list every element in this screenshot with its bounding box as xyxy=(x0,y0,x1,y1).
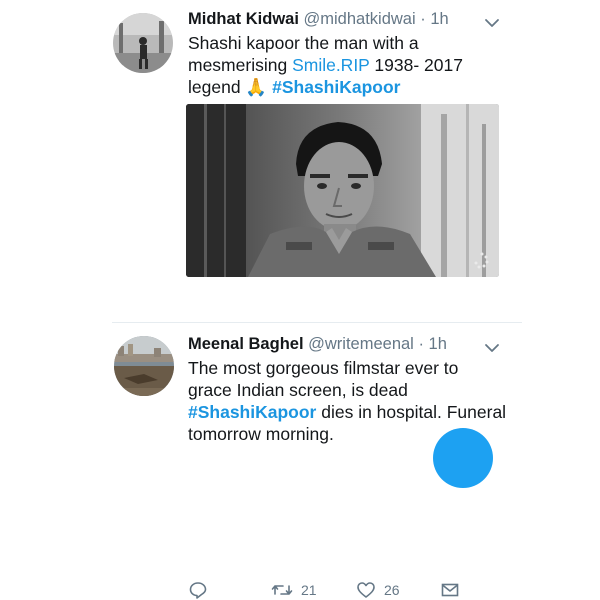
tweet-time[interactable]: 1h xyxy=(430,10,448,28)
separator-dot: · xyxy=(420,10,426,28)
author-handle[interactable]: @writemeenal xyxy=(308,335,414,353)
tweet-text-line: Shashi kapoor the man with a xyxy=(188,33,419,53)
tweet-text: Shashi kapoor the man with a mesmerising… xyxy=(188,32,463,98)
tweet-text-line: legend 🙏 #ShashiKapoor xyxy=(188,76,463,98)
hashtag-link[interactable]: #ShashiKapoor xyxy=(188,402,316,422)
author-name[interactable]: Meenal Baghel xyxy=(188,335,304,353)
compose-tweet-button[interactable] xyxy=(433,428,493,488)
tweet-text-line: #ShashiKapoor dies in hospital. Funeral xyxy=(188,401,506,423)
direct-message-icon xyxy=(441,583,459,597)
tweet-text-line: mesmerising Smile.RIP 1938- 2017 xyxy=(188,54,463,76)
separator-dot: · xyxy=(418,335,424,353)
author-name[interactable]: Midhat Kidwai xyxy=(188,10,299,28)
text-segment: dies in hospital. Funeral xyxy=(316,402,507,422)
retweet-button[interactable]: 21 xyxy=(271,580,317,600)
avatar[interactable] xyxy=(114,336,174,396)
retweet-icon xyxy=(271,585,293,595)
text-segment: mesmerising xyxy=(188,55,293,75)
like-icon xyxy=(357,582,375,598)
reply-icon xyxy=(189,582,207,599)
chevron-down-icon[interactable] xyxy=(484,16,500,28)
tweet-2[interactable]: Meenal Baghel @writemeenal · 1h The most… xyxy=(0,323,600,450)
avatar[interactable] xyxy=(113,13,173,73)
reply-button[interactable] xyxy=(188,580,208,600)
tweet-header: Midhat Kidwai @midhatkidwai · 1h xyxy=(188,9,449,29)
direct-message-button[interactable] xyxy=(440,580,460,600)
tweet-1[interactable]: Midhat Kidwai @midhatkidwai · 1h Shashi … xyxy=(0,0,600,599)
text-segment: legend xyxy=(188,77,246,97)
tweet-header: Meenal Baghel @writemeenal · 1h xyxy=(188,334,447,354)
chevron-down-icon[interactable] xyxy=(484,341,500,353)
text-segment: 1938- 2017 xyxy=(369,55,463,75)
like-count: 26 xyxy=(384,582,400,598)
folded-hands-emoji: 🙏 xyxy=(245,77,268,97)
author-handle[interactable]: @midhatkidwai xyxy=(304,10,416,28)
tweet-text-line: The most gorgeous filmstar ever to xyxy=(188,358,459,378)
tweet-media-photo[interactable] xyxy=(186,104,499,277)
tweet-time[interactable]: 1h xyxy=(429,335,447,353)
retweet-count: 21 xyxy=(301,582,317,598)
link-text[interactable]: Smile.RIP xyxy=(292,55,369,75)
hashtag-link[interactable]: #ShashiKapoor xyxy=(272,77,400,97)
tweet-text-line: grace Indian screen, is dead xyxy=(188,380,408,400)
like-button[interactable]: 26 xyxy=(356,580,400,600)
